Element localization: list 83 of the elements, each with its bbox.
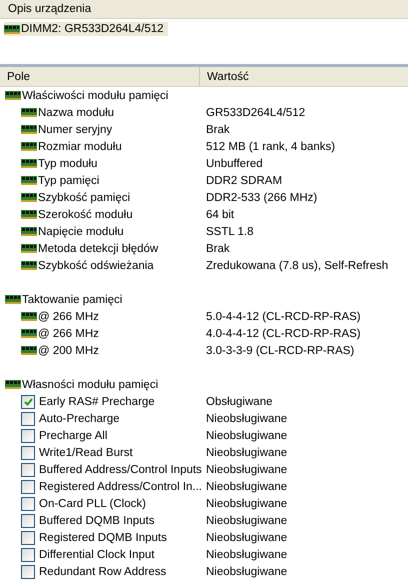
memory-module-icon [21, 159, 37, 168]
memory-module-icon [21, 210, 37, 219]
field-name: Metoda detekcji błędów [38, 242, 158, 254]
field-value: Nieobsługiwane [206, 514, 288, 526]
memory-module-icon [21, 312, 37, 321]
field-name: @ 266 MHz [38, 310, 99, 322]
memory-module-icon [5, 91, 21, 100]
field-value: 64 bit [206, 208, 234, 220]
field-value: Nieobsługiwane [206, 532, 288, 544]
field-name: @ 200 MHz [38, 344, 99, 356]
group-label: Właściwości modułu pamięci [22, 90, 168, 102]
field-value: Nieobsługiwane [206, 498, 288, 510]
field-value: Brak [206, 124, 230, 136]
memory-module-icon [21, 176, 37, 185]
field-value: DDR2 SDRAM [206, 174, 282, 186]
checkbox[interactable] [21, 394, 35, 408]
field-name: Auto-Precharge [39, 412, 120, 424]
field-name: Nazwa modułu [38, 106, 114, 118]
field-value: Nieobsługiwane [206, 412, 288, 424]
field-name: Registered DQMB Inputs [39, 532, 167, 544]
field-name: Precharge All [39, 430, 108, 442]
memory-module-icon [21, 142, 37, 151]
checkbox[interactable] [21, 462, 35, 476]
field-value: DDR2-533 (266 MHz) [206, 192, 318, 204]
checkbox[interactable] [21, 412, 35, 426]
memory-module-icon [21, 125, 37, 134]
field-name: Buffered Address/Control Inputs [39, 464, 202, 476]
field-value: Nieobsługiwane [206, 566, 288, 578]
field-value: Nieobsługiwane [206, 480, 288, 492]
group-label: Taktowanie pamięci [22, 294, 122, 306]
memory-module-icon [21, 261, 37, 270]
checkbox[interactable] [21, 496, 35, 510]
checkbox[interactable] [21, 514, 35, 528]
column-header[interactable]: Pole [0, 67, 200, 86]
field-name: Szybkość odświeżania [38, 260, 154, 272]
field-value: Obsługiwane [206, 396, 272, 408]
field-value: GR533D264L4/512 [206, 106, 306, 118]
checkbox[interactable] [21, 428, 35, 442]
field-name: Early RAS# Precharge [39, 396, 155, 408]
field-value: Zredukowana (7.8 us), Self-Refresh [206, 260, 388, 272]
panel-title: Opis urządzenia [8, 3, 92, 15]
memory-module-icon [5, 380, 21, 389]
field-name: Szerokość modułu [38, 208, 133, 220]
field-name: Typ modułu [38, 158, 98, 170]
column-header[interactable]: Wartość [200, 67, 408, 86]
memory-module-icon [4, 24, 20, 34]
field-name: Napięcie modułu [38, 226, 124, 238]
device-item[interactable]: DIMM2: GR533D264L4/512 [4, 22, 168, 36]
field-name: Numer seryjny [38, 124, 112, 136]
memory-module-icon [5, 295, 21, 304]
field-value: 512 MB (1 rank, 4 banks) [206, 140, 336, 152]
field-value: SSTL 1.8 [206, 226, 254, 238]
field-value: 3.0-3-3-9 (CL-RCD-RP-RAS) [206, 344, 354, 356]
field-name: Registered Address/Control In... [39, 480, 202, 492]
checkbox[interactable] [21, 548, 35, 562]
checkbox[interactable] [21, 480, 35, 494]
group-label: Własności modułu pamięci [22, 378, 158, 390]
field-name: Rozmiar modułu [38, 140, 122, 152]
field-name: Typ pamięci [38, 174, 100, 186]
field-name: Write1/Read Burst [39, 446, 133, 458]
field-name: @ 266 MHz [38, 328, 99, 340]
field-value: Nieobsługiwane [206, 430, 288, 442]
field-value: Nieobsługiwane [206, 446, 288, 458]
memory-module-icon [21, 193, 37, 202]
memory-module-icon [21, 346, 37, 355]
memory-module-icon [21, 244, 37, 253]
memory-module-icon [21, 227, 37, 236]
memory-module-icon [21, 108, 37, 117]
field-value: Nieobsługiwane [206, 464, 288, 476]
field-value: Brak [206, 242, 230, 254]
field-name: Redundant Row Address [39, 566, 166, 578]
field-name: Szybkość pamięci [38, 192, 130, 204]
field-name: Differential Clock Input [39, 548, 154, 560]
field-name: On-Card PLL (Clock) [39, 498, 146, 510]
field-value: 5.0-4-4-12 (CL-RCD-RP-RAS) [206, 310, 361, 322]
field-value: 4.0-4-4-12 (CL-RCD-RP-RAS) [206, 328, 361, 340]
checkbox[interactable] [21, 446, 35, 460]
field-value: Unbuffered [206, 158, 263, 170]
checkbox[interactable] [21, 564, 35, 578]
checkbox[interactable] [21, 530, 35, 544]
field-name: Buffered DQMB Inputs [39, 514, 154, 526]
memory-module-icon [21, 329, 37, 338]
field-value: Nieobsługiwane [206, 548, 288, 560]
